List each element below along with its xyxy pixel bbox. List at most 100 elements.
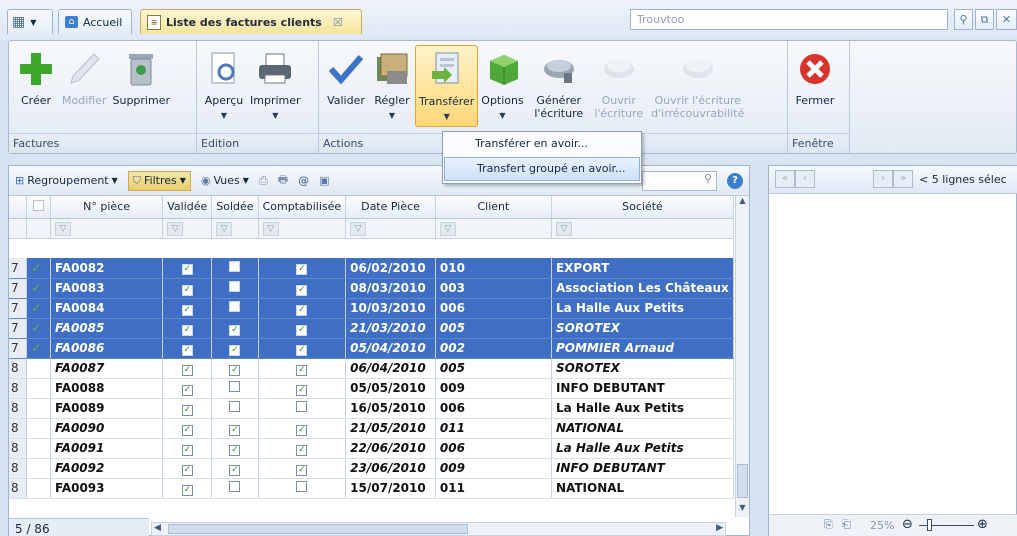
generate-entry-button[interactable]: Générer l'écriture bbox=[527, 45, 591, 127]
validate-button[interactable]: Valider bbox=[323, 45, 369, 127]
grouping-button[interactable]: ⊞ Regroupement ▼ bbox=[15, 174, 118, 187]
validee-checkbox[interactable]: ✓ bbox=[181, 344, 193, 356]
validee-checkbox[interactable]: ✓ bbox=[181, 364, 193, 376]
table-row[interactable]: 8 FA0087 ✓ ✓ ✓ 06/04/2010 005 SOROTEX bbox=[9, 358, 735, 379]
preview-small-icon[interactable]: ⎙ bbox=[259, 174, 268, 188]
soldee-checkbox[interactable]: ✓ bbox=[229, 344, 241, 356]
menu-item-group-transfer-to-credit[interactable]: Transfert groupé en avoir... bbox=[444, 157, 640, 181]
col-header-comptabilisee[interactable]: Comptabilisée bbox=[258, 196, 347, 219]
open-entry-button[interactable]: Ouvrir l'écriture bbox=[591, 45, 647, 127]
row-selector[interactable] bbox=[26, 438, 51, 459]
validee-checkbox[interactable]: ✓ bbox=[181, 444, 193, 456]
comptabilisee-checkbox[interactable]: ✓ bbox=[296, 264, 308, 276]
close-button[interactable]: Fermer bbox=[792, 45, 838, 127]
col-header-soldee[interactable]: Soldée bbox=[211, 196, 259, 219]
validee-checkbox[interactable]: ✓ bbox=[181, 264, 193, 276]
row-selector[interactable]: ✓ bbox=[26, 338, 51, 359]
row-selector[interactable] bbox=[26, 458, 51, 479]
last-page-icon[interactable]: » bbox=[893, 170, 913, 188]
scroll-left-arrow-icon[interactable]: ◀ bbox=[154, 523, 161, 533]
horizontal-scrollbar[interactable]: ◀ ▶ bbox=[151, 522, 726, 536]
col-header-societe[interactable]: Société bbox=[551, 196, 735, 219]
scroll-down-arrow-icon[interactable]: ▼ bbox=[736, 503, 749, 517]
col-header-validee[interactable]: Validée bbox=[162, 196, 213, 219]
validee-checkbox[interactable]: ✓ bbox=[181, 404, 193, 416]
col-header-piece[interactable]: N° pièce bbox=[50, 196, 164, 219]
help-icon[interactable]: ? bbox=[727, 172, 743, 189]
row-selector[interactable]: ✓ bbox=[26, 318, 51, 339]
first-page-icon[interactable]: « bbox=[775, 170, 795, 188]
col-header-client[interactable]: Client bbox=[435, 196, 552, 219]
menu-item-transfer-to-credit[interactable]: Transférer en avoir... bbox=[443, 132, 641, 156]
table-row[interactable]: 7 ✓ FA0083 ✓ ✓ 08/03/2010 003 Association Les C… bbox=[9, 278, 735, 299]
transfer-button[interactable]: Transférer ▼ bbox=[415, 45, 479, 127]
comptabilisee-checkbox[interactable] bbox=[296, 481, 308, 492]
options-button[interactable]: Options ▼ bbox=[478, 45, 526, 127]
previous-page-icon[interactable]: ‹ bbox=[795, 170, 815, 188]
tab-invoices-list[interactable]: ≡ Liste des factures clients ☒ bbox=[140, 9, 362, 34]
comptabilisee-checkbox[interactable] bbox=[296, 401, 308, 412]
zoom-out-icon[interactable]: ⊖ bbox=[902, 517, 913, 532]
table-row[interactable]: 7 ✓ FA0086 ✓ ✓ ✓ 05/04/2010 002 POMMIER Arnaud bbox=[9, 338, 735, 359]
hscroll-thumb[interactable] bbox=[168, 524, 468, 534]
soldee-checkbox[interactable] bbox=[229, 481, 241, 492]
table-row[interactable]: 7 ✓ FA0082 ✓ ✓ 06/02/2010 010 EXPORT bbox=[9, 258, 735, 279]
open-bad-debt-entry-button[interactable]: Ouvrir l'écriture d'irrécouvrabilité bbox=[647, 45, 749, 127]
soldee-checkbox[interactable]: ✓ bbox=[229, 444, 241, 456]
settle-button[interactable]: Régler ▼ bbox=[369, 45, 415, 127]
search-icon[interactable]: ⚲ bbox=[954, 9, 973, 30]
table-row[interactable]: 8 FA0092 ✓ ✓ ✓ 23/06/2010 009 INFO DEBUTANT bbox=[9, 458, 735, 479]
validee-checkbox[interactable]: ✓ bbox=[181, 324, 193, 336]
comptabilisee-checkbox[interactable]: ✓ bbox=[296, 324, 308, 336]
table-row[interactable]: 8 FA0088 ✓ ✓ 05/05/2010 009 INFO DEBUTANT bbox=[9, 378, 735, 399]
row-selector[interactable]: ✓ bbox=[26, 278, 51, 299]
row-selector[interactable] bbox=[26, 378, 51, 399]
preview-button[interactable]: Aperçu ▼ bbox=[201, 45, 247, 127]
comptabilisee-checkbox[interactable]: ✓ bbox=[296, 304, 308, 316]
close-window-icon[interactable]: ✕ bbox=[996, 9, 1017, 30]
soldee-checkbox[interactable]: ✓ bbox=[229, 364, 241, 376]
grid-search-field[interactable]: ⚲ bbox=[642, 170, 717, 191]
table-row[interactable]: 8 FA0089 ✓ 16/05/2010 006 La Halle Aux Petits bbox=[9, 398, 735, 419]
row-selector[interactable]: ✓ bbox=[26, 298, 51, 319]
table-row[interactable]: 8 FA0091 ✓ ✓ ✓ 22/06/2010 006 La Halle Aux Peti… bbox=[9, 438, 735, 459]
filter-cell[interactable]: ▽ bbox=[162, 218, 213, 239]
comptabilisee-checkbox[interactable]: ✓ bbox=[296, 444, 308, 456]
comptabilisee-checkbox[interactable]: ✓ bbox=[296, 364, 308, 376]
validee-checkbox[interactable]: ✓ bbox=[181, 284, 193, 296]
apps-menu-button[interactable]: ▦ ▼ bbox=[7, 9, 53, 34]
select-all-header[interactable] bbox=[26, 196, 51, 219]
print-button[interactable]: Imprimer ▼ bbox=[247, 45, 304, 127]
fit-width-icon[interactable]: ⎗ bbox=[842, 518, 851, 532]
search-input[interactable]: Trouvtoo bbox=[630, 9, 948, 30]
modify-button[interactable]: Modifier bbox=[59, 45, 109, 127]
filter-cell[interactable]: ▽ bbox=[551, 218, 735, 239]
restore-window-icon[interactable]: ⧉ bbox=[975, 9, 994, 30]
scroll-right-arrow-icon[interactable]: ▶ bbox=[716, 523, 723, 533]
col-header-date[interactable]: Date Pièce bbox=[345, 196, 436, 219]
delete-button[interactable]: Supprimer bbox=[109, 45, 173, 127]
soldee-checkbox[interactable] bbox=[229, 301, 241, 312]
views-button[interactable]: ◉ Vues ▼ bbox=[201, 174, 249, 187]
print-small-icon[interactable]: 🖶 bbox=[278, 171, 288, 190]
soldee-checkbox[interactable]: ✓ bbox=[229, 424, 241, 436]
create-button[interactable]: Créer bbox=[13, 45, 59, 127]
zoom-in-icon[interactable]: ⊕ bbox=[977, 517, 988, 532]
soldee-checkbox[interactable] bbox=[229, 401, 241, 412]
comptabilisee-checkbox[interactable]: ✓ bbox=[296, 344, 308, 356]
soldee-checkbox[interactable]: ✓ bbox=[229, 464, 241, 476]
soldee-checkbox[interactable] bbox=[229, 281, 241, 292]
comptabilisee-checkbox[interactable]: ✓ bbox=[296, 424, 308, 436]
comptabilisee-checkbox[interactable]: ✓ bbox=[296, 464, 308, 476]
clipboard-icon[interactable]: ▣ bbox=[319, 174, 329, 187]
table-row[interactable]: 7 ✓ FA0085 ✓ ✓ ✓ 21/03/2010 005 SOROTEX bbox=[9, 318, 735, 339]
row-selector[interactable] bbox=[26, 418, 51, 439]
filter-cell[interactable]: ▽ bbox=[211, 218, 259, 239]
zoom-slider-thumb[interactable] bbox=[927, 519, 932, 531]
tab-home[interactable]: ⌂ Accueil bbox=[58, 9, 132, 34]
table-row[interactable]: 8 FA0090 ✓ ✓ ✓ 21/05/2010 011 NATIONAL bbox=[9, 418, 735, 439]
validee-checkbox[interactable]: ✓ bbox=[181, 464, 193, 476]
scroll-up-arrow-icon[interactable]: ▲ bbox=[736, 196, 749, 210]
validee-checkbox[interactable]: ✓ bbox=[181, 304, 193, 316]
comptabilisee-checkbox[interactable]: ✓ bbox=[296, 284, 308, 296]
